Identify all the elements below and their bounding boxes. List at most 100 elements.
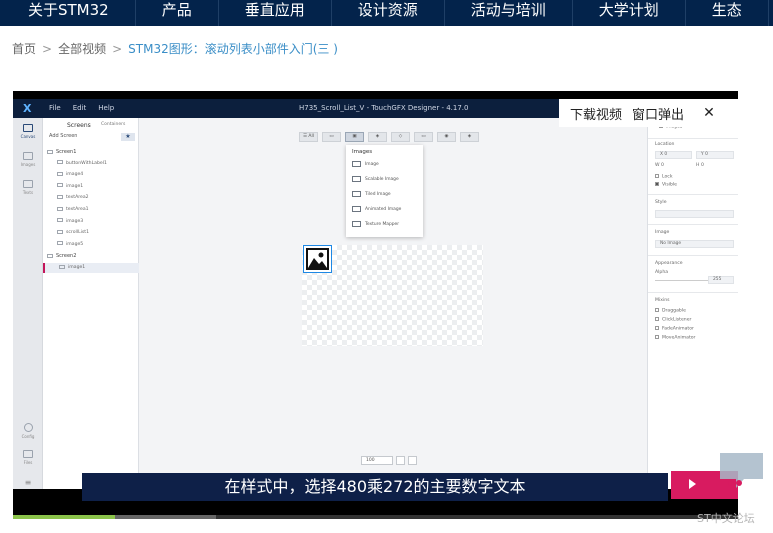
toolbar-buttons-button[interactable]: ◇: [391, 132, 410, 142]
tree-item-label: Screen2: [56, 253, 77, 260]
alpha-slider[interactable]: [655, 280, 715, 281]
tree-screen-item[interactable]: Screen2: [43, 251, 139, 261]
toolbar-texts-button[interactable]: ▭: [414, 132, 433, 142]
image-header: Image: [655, 230, 670, 235]
chat-bubble-icon[interactable]: [718, 451, 765, 491]
breadcrumb-separator: >: [42, 42, 53, 56]
widget-icon: [57, 218, 63, 223]
mixin-moveanimator-checkbox[interactable]: MoveAnimator: [655, 335, 695, 341]
player-controls: 下载视频 窗口弹出 ✕: [559, 99, 738, 127]
app-window-title: H735_Scroll_List_V - TouchGFX Designer -…: [299, 104, 469, 112]
tab-screens[interactable]: Screens: [67, 122, 91, 129]
tree-widget-item[interactable]: textArea1: [43, 205, 139, 215]
zoom-reset-icon[interactable]: [408, 456, 417, 465]
tree-widget-item[interactable]: image4: [43, 170, 139, 180]
tree-item-label: image5: [66, 241, 84, 247]
touchgfx-logo-icon: X: [23, 102, 32, 115]
style-header: Style: [655, 200, 667, 205]
tree-widget-item[interactable]: image1: [43, 263, 139, 273]
nav-item-applications[interactable]: 垂直应用: [219, 0, 332, 26]
toolbar-containers-button[interactable]: ▭: [322, 132, 341, 142]
rail-menu[interactable]: ≡: [16, 478, 40, 487]
rail-config[interactable]: Config: [16, 423, 40, 439]
texture-mapper-icon: [352, 220, 361, 227]
menu-edit[interactable]: Edit: [73, 104, 87, 112]
dropdown-item-tiled-image[interactable]: Tiled Image: [352, 189, 420, 201]
nav-item-ecosystem[interactable]: 生态: [686, 0, 769, 26]
nav-item-events[interactable]: 活动与培训: [445, 0, 573, 26]
dropdown-item-texture-mapper[interactable]: Texture Mapper: [352, 219, 420, 231]
tree-widget-item[interactable]: image3: [43, 217, 139, 227]
visible-checkbox[interactable]: Visible: [655, 182, 677, 188]
dropdown-header: Images: [352, 149, 373, 155]
video-progress-bar[interactable]: [13, 515, 738, 519]
tree-screen-item[interactable]: Screen1: [43, 147, 139, 157]
widget-icon: [57, 183, 63, 188]
h-field[interactable]: H 0: [696, 163, 704, 168]
toolbar-images-button[interactable]: ▣: [345, 132, 364, 142]
popout-window-button[interactable]: 窗口弹出: [632, 104, 698, 123]
texts-icon: [23, 180, 33, 188]
breadcrumb: 首页 > 全部视频 > STM32图形：滚动列表小部件入门(三 ): [12, 40, 338, 57]
divider: [648, 138, 738, 139]
toolbar-misc-button[interactable]: ◈: [460, 132, 479, 142]
nav-item-university[interactable]: 大学计划: [573, 0, 686, 26]
alpha-label: Alpha: [655, 270, 669, 275]
add-screen-button[interactable]: ★: [121, 133, 135, 141]
canvas-icon: [23, 124, 33, 132]
menu-file[interactable]: File: [49, 104, 61, 112]
tree-widget-item[interactable]: image1: [43, 182, 139, 192]
tree-widget-item[interactable]: image5: [43, 240, 139, 250]
lock-checkbox[interactable]: Lock: [655, 174, 672, 180]
play-icon[interactable]: [689, 479, 696, 489]
progress-fill: [13, 515, 115, 519]
nav-item-about[interactable]: 关于STM32: [0, 0, 136, 26]
screens-panel: Screens Containers Add Screen ★ Screen1 b…: [43, 118, 139, 489]
widget-icon: [57, 241, 63, 246]
rail-canvas[interactable]: Canvas: [16, 124, 40, 139]
images-dropdown: Images Image Scalable Image Tiled Image …: [346, 145, 423, 237]
toolbar-shapes-button[interactable]: ◈: [368, 132, 387, 142]
fit-screen-icon[interactable]: [396, 456, 405, 465]
breadcrumb-home-link[interactable]: 首页: [12, 42, 36, 56]
tab-containers[interactable]: Containers: [101, 122, 125, 127]
style-select[interactable]: [655, 210, 734, 218]
toolbar-all-button[interactable]: ☰ All: [299, 132, 318, 142]
widget-icon: [57, 171, 63, 176]
divider: [648, 255, 738, 256]
tree-item-label: scrollList1: [66, 230, 90, 236]
toolbar-progress-button[interactable]: ◉: [437, 132, 456, 142]
mixin-clicklistener-checkbox[interactable]: ClickListener: [655, 317, 691, 323]
rail-images[interactable]: Images: [16, 152, 40, 167]
nav-item-products[interactable]: 产品: [136, 0, 219, 26]
scalable-image-icon: [352, 175, 361, 182]
tree-widget-item[interactable]: buttonWithLabel1: [43, 159, 139, 169]
close-icon[interactable]: ✕: [698, 105, 720, 121]
video-player[interactable]: X File Edit Help H735_Scroll_List_V - To…: [13, 91, 738, 519]
rail-files[interactable]: Files: [16, 450, 40, 465]
zoom-select[interactable]: 100: [361, 456, 393, 465]
tree-widget-item[interactable]: textArea2: [43, 193, 139, 203]
dropdown-item-image[interactable]: Image: [352, 159, 420, 171]
mixin-fadeanimator-checkbox[interactable]: FadeAnimator: [655, 326, 694, 332]
top-navigation: 关于STM32 产品 垂直应用 设计资源 活动与培训 大学计划 生态: [0, 0, 773, 26]
progress-buffer: [114, 515, 216, 519]
breadcrumb-separator: >: [112, 42, 123, 56]
x-field[interactable]: X 0: [655, 151, 692, 159]
alpha-value-field[interactable]: 255: [708, 276, 734, 284]
breadcrumb-videos-link[interactable]: 全部视频: [58, 42, 106, 56]
breadcrumb-current[interactable]: STM32图形：滚动列表小部件入门(三 ): [128, 42, 338, 56]
tree-widget-item[interactable]: scrollList1: [43, 228, 139, 238]
dropdown-item-scalable-image[interactable]: Scalable Image: [352, 174, 420, 186]
download-video-button[interactable]: 下载视频: [559, 104, 632, 123]
menu-help[interactable]: Help: [98, 104, 114, 112]
y-field[interactable]: Y 0: [696, 151, 734, 159]
rail-texts[interactable]: Texts: [16, 180, 40, 195]
w-field[interactable]: W 0: [655, 163, 664, 168]
canvas-image-widget[interactable]: [303, 245, 332, 273]
mixin-draggable-checkbox[interactable]: Draggable: [655, 308, 686, 314]
dropdown-item-animated-image[interactable]: Animated Image: [352, 204, 420, 216]
nav-item-resources[interactable]: 设计资源: [332, 0, 445, 26]
screen-icon: [47, 253, 53, 258]
image-select[interactable]: No Image: [655, 240, 734, 248]
